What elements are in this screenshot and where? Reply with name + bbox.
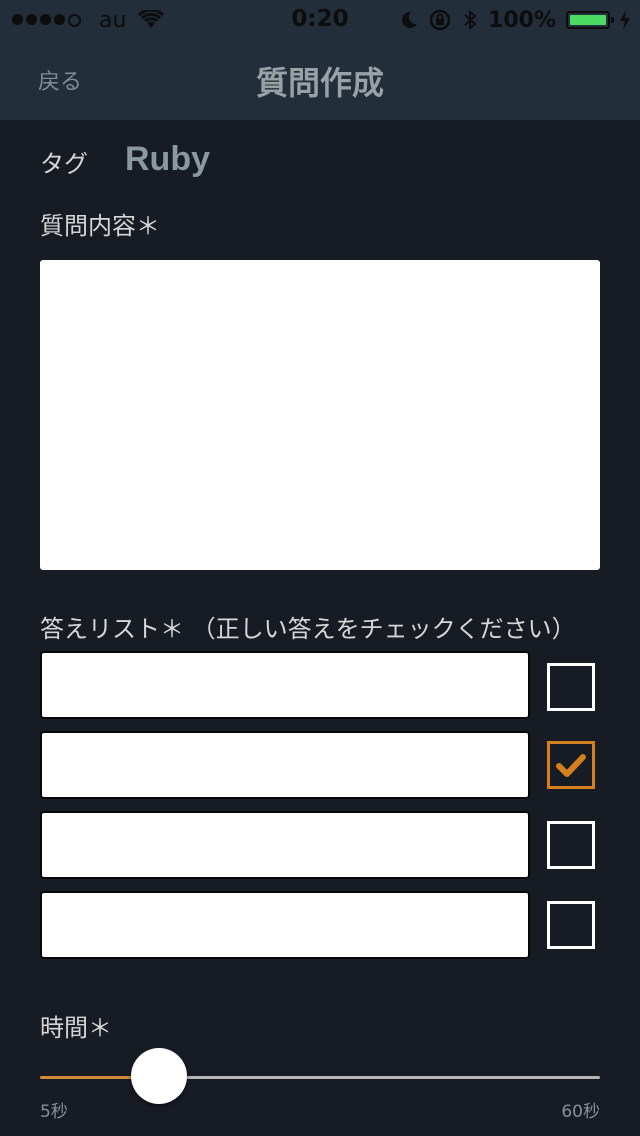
answers-label: 答えリスト＊ （正しい答えをチェックください）	[40, 615, 576, 643]
answer-checkbox-2[interactable]	[547, 741, 595, 789]
check-icon	[556, 754, 586, 777]
question-textarea[interactable]	[40, 260, 600, 570]
question-label: 質問内容＊	[40, 212, 160, 240]
navigation-bar: 戻る 質問作成	[0, 40, 640, 120]
charging-icon	[620, 10, 630, 30]
slider-min-label: 5秒	[40, 1102, 68, 1122]
battery-icon	[566, 11, 614, 29]
slider-max-label: 60秒	[561, 1102, 600, 1122]
bluetooth-icon	[464, 9, 477, 31]
answer-field-4[interactable]	[40, 891, 530, 959]
time-slider-thumb[interactable]	[131, 1048, 187, 1104]
slider-track-empty[interactable]	[158, 1076, 600, 1079]
answer-field-3[interactable]	[40, 811, 530, 879]
answer-field-1[interactable]	[40, 651, 530, 719]
moon-icon	[402, 11, 418, 28]
tag-value[interactable]: Ruby	[125, 140, 210, 179]
answer-field-2[interactable]	[40, 731, 530, 799]
answer-checkbox-4[interactable]	[547, 901, 595, 949]
tag-label: タグ	[40, 150, 88, 178]
answer-checkbox-3[interactable]	[547, 821, 595, 869]
page-title: 質問作成	[255, 64, 384, 102]
answer-checkbox-1[interactable]	[547, 663, 595, 711]
time-label: 時間＊	[40, 1014, 112, 1042]
battery-percentage: 100%	[488, 7, 556, 33]
rotation-lock-icon	[429, 9, 451, 31]
status-bar: au 0:20 100%	[0, 0, 640, 40]
status-right: 100%	[400, 6, 630, 34]
